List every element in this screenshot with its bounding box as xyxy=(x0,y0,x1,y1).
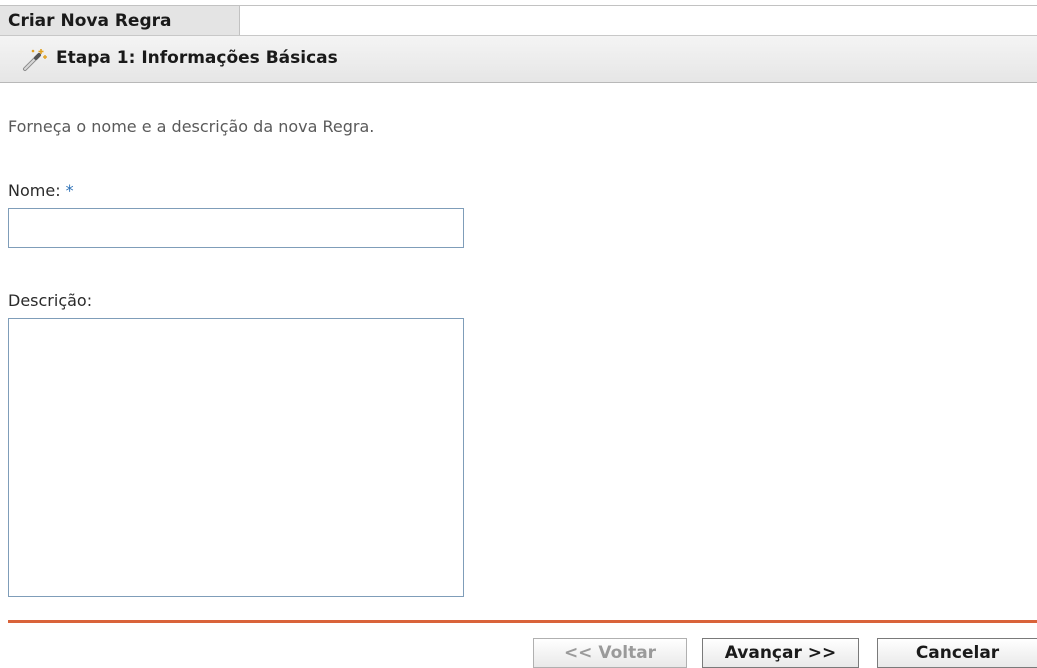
description-textarea[interactable] xyxy=(8,318,464,597)
instructions-text: Forneça o nome e a descrição da nova Reg… xyxy=(8,117,375,136)
title-divider xyxy=(240,5,1037,6)
back-button[interactable]: << Voltar xyxy=(533,638,687,668)
window-title-tab: Criar Nova Regra xyxy=(0,5,240,35)
footer-divider xyxy=(8,620,1037,623)
next-button[interactable]: Avançar >> xyxy=(702,638,859,668)
page-title: Criar Nova Regra xyxy=(8,11,172,31)
required-marker: * xyxy=(65,181,74,200)
step-header: Etapa 1: Informações Básicas xyxy=(0,35,1037,83)
step-title: Etapa 1: Informações Básicas xyxy=(56,48,338,68)
name-input[interactable] xyxy=(8,208,464,248)
name-label: Nome: xyxy=(8,181,61,200)
cancel-button[interactable]: Cancelar xyxy=(877,638,1037,668)
description-label: Descrição: xyxy=(8,291,93,310)
name-label-row: Nome: * xyxy=(8,181,74,200)
wand-icon xyxy=(21,47,47,73)
